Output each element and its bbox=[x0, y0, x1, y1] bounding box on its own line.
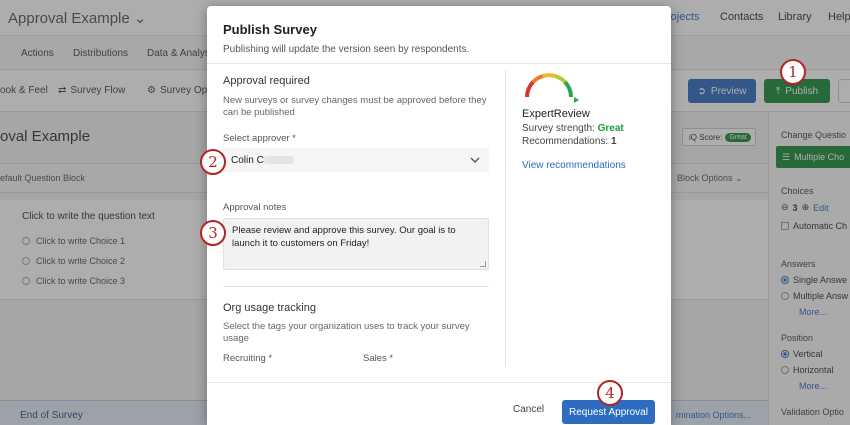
step-callout-2: 2 bbox=[200, 149, 226, 175]
step-callout-1: 1 bbox=[780, 59, 806, 85]
step-callout-3: 3 bbox=[200, 220, 226, 246]
resize-handle[interactable] bbox=[480, 261, 486, 267]
approver-label: Select approver * bbox=[223, 133, 296, 144]
gauge-icon bbox=[525, 73, 579, 103]
sales-tag-label: Sales * bbox=[363, 353, 394, 364]
recommendations-count: Recommendations: 1 bbox=[522, 136, 617, 147]
org-tracking-heading: Org usage tracking bbox=[223, 302, 316, 314]
approver-select[interactable]: Colin C bbox=[223, 148, 489, 172]
recruiting-tag-label: Recruiting * bbox=[223, 353, 273, 364]
notes-label: Approval notes bbox=[223, 202, 287, 213]
column-divider bbox=[505, 70, 506, 366]
survey-strength: Survey strength: Great bbox=[522, 123, 624, 134]
redacted-text bbox=[263, 156, 294, 164]
chevron-down-icon bbox=[470, 157, 480, 163]
divider bbox=[223, 286, 489, 287]
approval-notes-input[interactable]: Please review and approve this survey. O… bbox=[223, 218, 489, 270]
approval-description: New surveys or survey changes must be ap… bbox=[223, 95, 487, 118]
approval-heading: Approval required bbox=[223, 75, 310, 87]
dialog-subtitle: Publishing will update the version seen … bbox=[223, 44, 470, 55]
publish-survey-dialog: Publish Survey Publishing will update th… bbox=[207, 6, 671, 425]
org-tracking-description: Select the tags your organization uses t… bbox=[223, 321, 470, 344]
strength-label: Survey strength: bbox=[522, 123, 595, 134]
dialog-title: Publish Survey bbox=[223, 22, 317, 37]
divider bbox=[207, 63, 671, 64]
view-recommendations-link[interactable]: View recommendations bbox=[522, 160, 626, 171]
step-callout-4: 4 bbox=[597, 380, 623, 406]
expert-review-title: ExpertReview bbox=[522, 108, 590, 120]
notes-value: Please review and approve this survey. O… bbox=[232, 225, 456, 249]
approver-value: Colin C bbox=[231, 154, 264, 166]
strength-value: Great bbox=[597, 123, 624, 134]
cancel-button[interactable]: Cancel bbox=[513, 404, 544, 415]
recs-label: Recommendations: bbox=[522, 136, 609, 147]
recs-value: 1 bbox=[610, 136, 617, 147]
